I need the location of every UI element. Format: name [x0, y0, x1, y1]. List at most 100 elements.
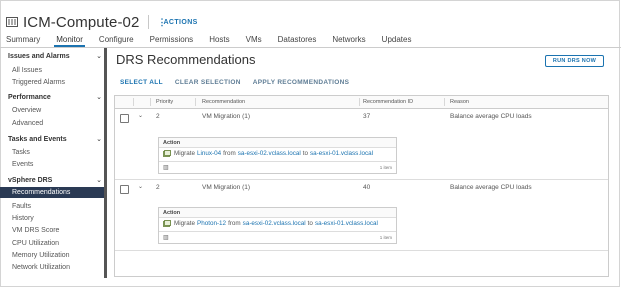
column-separator: [359, 98, 360, 106]
column-separator: [195, 98, 196, 106]
table-row: ⌄ 2 VM Migration (1) 40 Balance average …: [115, 180, 608, 250]
chevron-down-icon: ⌄: [96, 53, 102, 60]
vertical-ellipsis-icon: ⋮: [157, 17, 167, 27]
from-text: from: [228, 220, 241, 227]
recommendation-id-cell: 40: [363, 184, 371, 191]
column-toggle-icon[interactable]: ▥: [163, 234, 169, 241]
column-separator: [150, 98, 151, 106]
tab-permissions[interactable]: Permissions: [142, 34, 202, 47]
vm-link[interactable]: Photon-12: [197, 220, 226, 227]
action-footer: ▥ 1 item: [159, 161, 396, 173]
object-header: ICM-Compute-02 ⋮ ACTIONS: [6, 12, 198, 32]
sidebar-item-triggered-alarms[interactable]: Triggered Alarms: [12, 79, 65, 86]
recommendations-toolbar: SELECT ALL CLEAR SELECTION APPLY RECOMME…: [120, 79, 349, 86]
column-separator: [133, 98, 134, 106]
sidebar-item-overview[interactable]: Overview: [12, 107, 41, 114]
tab-networks[interactable]: Networks: [324, 34, 373, 47]
action-verb: Migrate: [174, 150, 195, 157]
select-all-button[interactable]: SELECT ALL: [120, 79, 163, 86]
column-header-priority[interactable]: Priority: [156, 99, 173, 105]
tab-vms[interactable]: VMs: [238, 34, 270, 47]
destination-host-link[interactable]: sa-esxi-01.vclass.local: [315, 220, 378, 227]
host-icon: [6, 17, 18, 27]
grid-header: Priority Recommendation Recommendation I…: [115, 96, 608, 109]
sidebar-item-tasks[interactable]: Tasks: [12, 149, 30, 156]
reason-cell: Balance average CPU loads: [450, 113, 532, 120]
chevron-down-icon: ⌄: [96, 136, 102, 143]
from-text: from: [223, 150, 236, 157]
action-verb: Migrate: [174, 220, 195, 227]
item-count: 1 item: [379, 165, 392, 170]
recommendations-grid: Priority Recommendation Recommendation I…: [114, 95, 609, 277]
run-drs-now-button[interactable]: RUN DRS NOW: [545, 55, 604, 67]
to-text: to: [302, 150, 309, 157]
row-checkbox[interactable]: [120, 114, 129, 123]
tab-datastores[interactable]: Datastores: [270, 34, 325, 47]
recommendation-id-cell: 37: [363, 113, 371, 120]
sidebar-item-cpu-utilization[interactable]: CPU Utilization: [12, 240, 59, 247]
action-row: Migrate Linux-04 from sa-esxi-02.vclass.…: [163, 150, 375, 157]
sidebar-section-label: vSphere DRS: [8, 176, 53, 184]
vm-link[interactable]: Linux-04: [197, 150, 221, 157]
sidebar-section-label: Issues and Alarms: [8, 52, 70, 60]
sidebar-section-vsphere-drs[interactable]: vSphere DRS ⌄: [8, 176, 102, 185]
vm-migrate-icon: [163, 150, 171, 157]
apply-recommendations-button[interactable]: APPLY RECOMMENDATIONS: [253, 79, 349, 86]
sidebar-item-network-utilization[interactable]: Network Utilization: [12, 264, 70, 271]
source-host-link[interactable]: sa-esxi-02.vclass.local: [238, 150, 301, 157]
monitor-sidebar: Issues and Alarms ⌄ All Issues Triggered…: [0, 48, 104, 287]
sidebar-section-performance[interactable]: Performance ⌄: [8, 93, 102, 102]
row-checkbox[interactable]: [120, 185, 129, 194]
column-header-recommendation[interactable]: Recommendation: [202, 99, 245, 105]
column-header-reason[interactable]: Reason: [450, 99, 469, 105]
sidebar-section-label: Performance: [8, 93, 51, 101]
action-detail-panel: Action Migrate Photon-12 from sa-esxi-02…: [158, 207, 397, 244]
chevron-down-icon: ⌄: [96, 94, 102, 101]
page-object-title: ICM-Compute-02: [23, 13, 140, 31]
action-footer: ▥ 1 item: [159, 231, 396, 243]
sidebar-scrollbar[interactable]: [104, 48, 107, 278]
tab-summary[interactable]: Summary: [0, 34, 48, 47]
sidebar-section-issues[interactable]: Issues and Alarms ⌄: [8, 52, 102, 61]
priority-cell: 2: [156, 184, 160, 191]
tab-monitor[interactable]: Monitor: [48, 34, 91, 47]
table-row: ⌄ 2 VM Migration (1) 37 Balance average …: [115, 109, 608, 179]
source-host-link[interactable]: sa-esxi-02.vclass.local: [243, 220, 306, 227]
column-header-recommendation-id[interactable]: Recommendation ID: [363, 99, 413, 105]
vm-migrate-icon: [163, 220, 171, 227]
object-tabs: Summary Monitor Configure Permissions Ho…: [0, 34, 419, 48]
actions-label: ACTIONS: [163, 18, 198, 26]
tab-hosts[interactable]: Hosts: [201, 34, 237, 47]
chevron-down-icon[interactable]: ⌄: [138, 183, 143, 190]
sidebar-item-vm-drs-score[interactable]: VM DRS Score: [12, 227, 59, 234]
tab-updates[interactable]: Updates: [374, 34, 420, 47]
clear-selection-button[interactable]: CLEAR SELECTION: [175, 79, 241, 86]
recommendation-cell: VM Migration (1): [202, 113, 251, 120]
action-detail-panel: Action Migrate Linux-04 from sa-esxi-02.…: [158, 137, 397, 174]
to-text: to: [307, 220, 313, 227]
sidebar-item-all-issues[interactable]: All Issues: [12, 67, 42, 74]
recommendation-cell: VM Migration (1): [202, 184, 251, 191]
sidebar-section-label: Tasks and Events: [8, 135, 67, 143]
page-title: DRS Recommendations: [116, 52, 256, 67]
row-divider: [115, 250, 608, 251]
action-header: Action: [159, 138, 396, 148]
item-count: 1 item: [379, 235, 392, 240]
sidebar-item-memory-utilization[interactable]: Memory Utilization: [12, 252, 70, 259]
priority-cell: 2: [156, 113, 160, 120]
sidebar-section-tasks-events[interactable]: Tasks and Events ⌄: [8, 135, 102, 144]
sidebar-item-advanced[interactable]: Advanced: [12, 120, 43, 127]
destination-host-link[interactable]: sa-esxi-01.vclass.local: [310, 150, 373, 157]
sidebar-item-history[interactable]: History: [12, 215, 34, 222]
sidebar-item-recommendations[interactable]: Recommendations: [0, 187, 104, 198]
reason-cell: Balance average CPU loads: [450, 184, 532, 191]
column-toggle-icon[interactable]: ▥: [163, 164, 169, 171]
sidebar-item-faults[interactable]: Faults: [12, 203, 31, 210]
action-row: Migrate Photon-12 from sa-esxi-02.vclass…: [163, 220, 380, 227]
chevron-down-icon[interactable]: ⌄: [138, 112, 143, 119]
action-header: Action: [159, 208, 396, 218]
actions-menu-button[interactable]: ⋮ ACTIONS: [157, 17, 198, 27]
tab-configure[interactable]: Configure: [91, 34, 142, 47]
column-separator: [444, 98, 445, 106]
sidebar-item-events[interactable]: Events: [12, 161, 33, 168]
